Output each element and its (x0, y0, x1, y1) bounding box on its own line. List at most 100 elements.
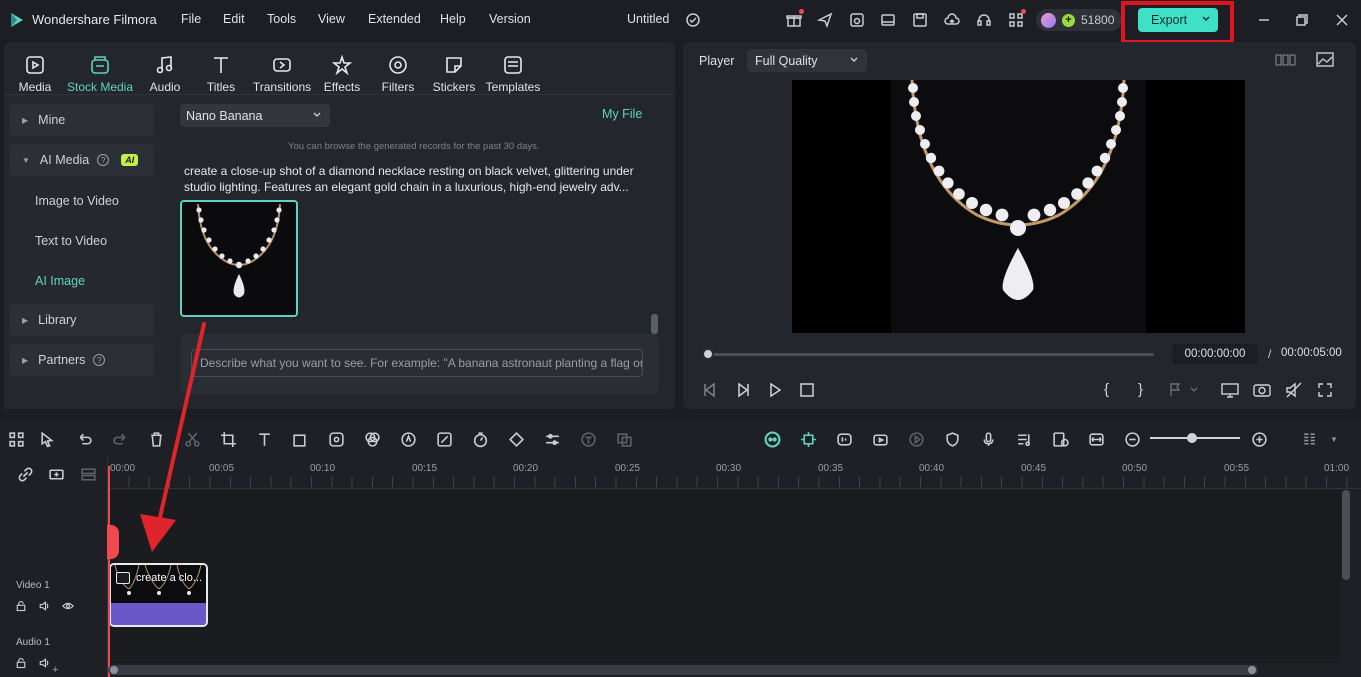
playback-progress-track[interactable] (707, 353, 1154, 356)
shield-icon[interactable] (942, 429, 962, 449)
add-track-icon[interactable] (46, 464, 66, 484)
ai-audio-icon[interactable] (398, 429, 418, 449)
track-visibility-icon[interactable] (58, 596, 78, 616)
mark-in-icon[interactable]: { (1104, 381, 1109, 398)
mark-out-icon[interactable]: } (1138, 381, 1143, 398)
timeline-vertical-scrollbar[interactable] (1342, 490, 1350, 580)
sidebar-item-ai-image[interactable]: AI Image (35, 274, 85, 288)
keyframe-icon[interactable] (506, 429, 526, 449)
caret-down-icon[interactable]: ▼ (1330, 435, 1338, 444)
color-match-icon[interactable] (326, 429, 346, 449)
zoom-in-icon[interactable] (1249, 429, 1269, 449)
sidebar-item-image-to-video[interactable]: Image to Video (35, 194, 119, 208)
content-scrollbar[interactable] (651, 314, 658, 334)
sidebar-item-ai-media[interactable]: ▼ AI Media ? AI (10, 144, 154, 176)
headset-icon[interactable] (975, 11, 993, 29)
generated-image-thumbnail[interactable] (180, 200, 298, 317)
audio-stretch-icon[interactable] (834, 429, 854, 449)
tab-filters[interactable]: Filters (378, 46, 418, 100)
track-lock-icon[interactable] (11, 596, 31, 616)
text-tool-icon[interactable] (254, 429, 274, 449)
music-list-icon[interactable] (1014, 429, 1034, 449)
export-button[interactable]: Export (1138, 8, 1218, 32)
menu-tools[interactable]: Tools (267, 12, 296, 26)
adjust-icon[interactable] (542, 429, 562, 449)
select-tool-icon[interactable] (37, 429, 57, 449)
current-time[interactable]: 00:00:00:00 (1172, 344, 1258, 364)
quality-select[interactable]: Full Quality (747, 49, 867, 72)
subtitle-icon[interactable] (614, 429, 634, 449)
speed-icon[interactable] (470, 429, 490, 449)
menu-file[interactable]: File (181, 12, 201, 26)
prompt-input[interactable]: Describe what you want to see. For examp… (191, 349, 643, 377)
scrollbar-start-handle[interactable] (110, 666, 118, 674)
undo-icon[interactable] (74, 429, 94, 449)
tab-media[interactable]: Media (12, 46, 58, 100)
play-icon[interactable] (766, 381, 784, 399)
preview-canvas[interactable] (792, 79, 1245, 333)
video-clip[interactable]: create a clo... (109, 563, 208, 627)
menu-help[interactable]: Help (440, 12, 466, 26)
ai-assistant-icon[interactable] (762, 429, 782, 449)
crop-icon[interactable] (218, 429, 238, 449)
close-icon[interactable] (1333, 11, 1351, 29)
minimize-icon[interactable] (1255, 11, 1273, 29)
redo-icon[interactable] (110, 429, 130, 449)
next-frame-icon[interactable] (734, 381, 752, 399)
mute-icon[interactable] (1284, 381, 1304, 399)
color-wheel-icon[interactable] (362, 429, 382, 449)
tab-stickers[interactable]: Stickers (430, 46, 478, 100)
help-icon[interactable]: ? (97, 154, 110, 166)
ai-translate-icon[interactable] (578, 429, 598, 449)
link-icon[interactable] (15, 464, 35, 484)
chevron-down-icon[interactable] (1201, 13, 1211, 27)
timeline-horizontal-scrollbar[interactable] (108, 665, 1258, 675)
sidebar-item-mine[interactable]: ▶ Mine (10, 104, 154, 136)
track-manager-icon[interactable] (78, 464, 98, 484)
previous-frame-icon[interactable] (701, 381, 719, 399)
zoom-slider-thumb[interactable] (1187, 433, 1197, 443)
cloud-upload-icon[interactable] (943, 11, 961, 29)
my-file-link[interactable]: My File (602, 107, 642, 121)
layout-grid-icon[interactable] (6, 429, 26, 449)
grid-view-icon[interactable] (1274, 52, 1296, 68)
scrollbar-end-handle[interactable] (1248, 666, 1256, 674)
fullscreen-icon[interactable] (1316, 381, 1334, 399)
tab-titles[interactable]: Titles (201, 46, 241, 100)
model-select[interactable]: Nano Banana (180, 104, 330, 127)
snapshot-icon[interactable] (1252, 381, 1272, 399)
tab-templates[interactable]: Templates (484, 46, 542, 100)
tab-transitions[interactable]: Transitions (251, 46, 313, 100)
marker-dropdown-icon[interactable] (1167, 381, 1201, 399)
shape-tool-icon[interactable] (290, 429, 310, 449)
display-settings-icon[interactable] (1220, 381, 1240, 399)
ai-clip-icon[interactable] (798, 429, 818, 449)
fit-timeline-icon[interactable] (1086, 429, 1106, 449)
tracks-area[interactable] (108, 490, 1341, 663)
layout-icon[interactable] (879, 11, 897, 29)
ai-video-icon[interactable] (870, 429, 890, 449)
tab-effects[interactable]: Effects (320, 46, 364, 100)
playback-scrubber[interactable] (702, 348, 714, 360)
save-icon[interactable] (911, 11, 929, 29)
timeline-settings-icon[interactable] (1299, 429, 1319, 449)
track-lock-icon[interactable] (11, 653, 31, 673)
sidebar-item-text-to-video[interactable]: Text to Video (35, 234, 107, 248)
tab-audio[interactable]: Audio (144, 46, 186, 100)
menu-extended[interactable]: Extended (368, 12, 421, 26)
replace-clip-icon[interactable] (1050, 429, 1070, 449)
track-volume-icon[interactable] (34, 596, 54, 616)
playhead-handle[interactable] (107, 525, 119, 559)
help-icon[interactable]: ? (93, 354, 106, 366)
microphone-icon[interactable] (978, 429, 998, 449)
ai-window-icon[interactable] (848, 11, 866, 29)
stop-icon[interactable] (798, 381, 816, 399)
restore-icon[interactable] (1293, 11, 1311, 29)
image-compare-icon[interactable] (1315, 51, 1335, 69)
render-preview-icon[interactable] (906, 429, 926, 449)
menu-version[interactable]: Version (489, 12, 531, 26)
zoom-out-icon[interactable] (1122, 429, 1142, 449)
credits-pill[interactable]: + 51800 (1036, 9, 1122, 31)
ai-edit-icon[interactable] (434, 429, 454, 449)
tab-stock-media[interactable]: Stock Media (66, 46, 134, 100)
